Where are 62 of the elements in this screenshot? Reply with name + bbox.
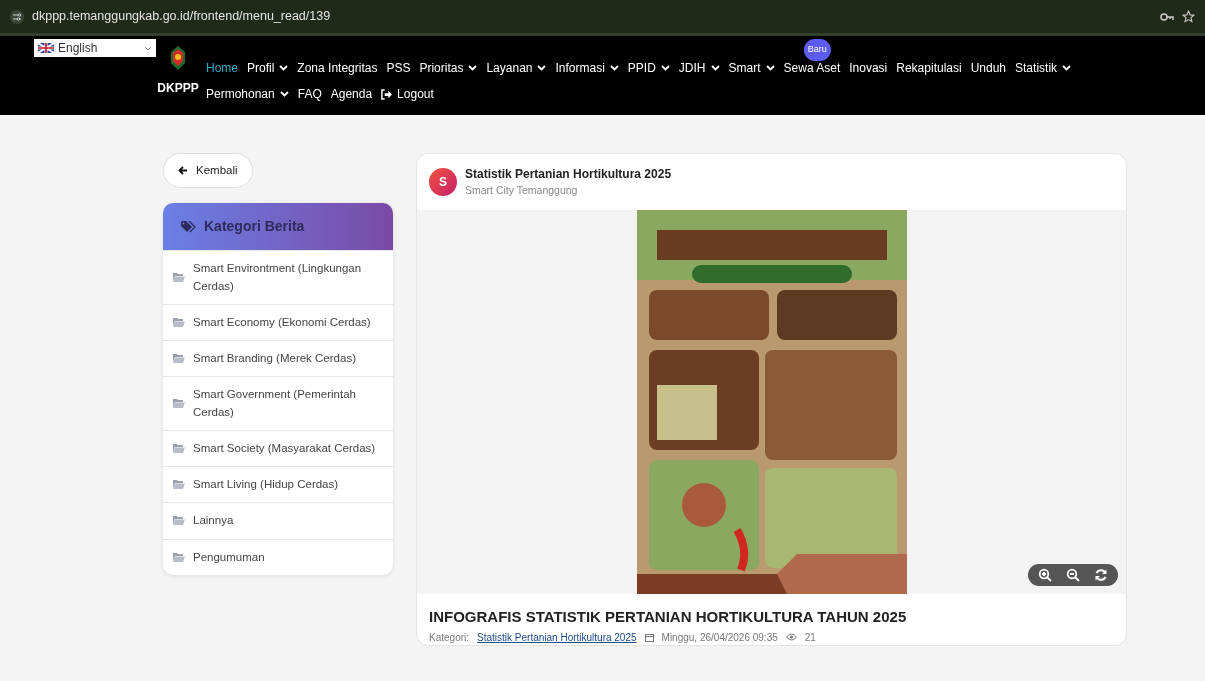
folder-icon xyxy=(173,516,185,526)
post-title: Statistik Pertanian Hortikultura 2025 xyxy=(465,166,672,184)
category-item[interactable]: Smart Economy (Ekonomi Cerdas) xyxy=(163,303,393,340)
star-icon[interactable] xyxy=(1182,10,1195,23)
nav-link[interactable]: Sewa Aset xyxy=(783,59,841,77)
category-label: Kategori: xyxy=(429,630,470,645)
folder-icon xyxy=(173,552,185,562)
category-item[interactable]: Smart Government (Pemerintah Cerdas) xyxy=(163,376,393,430)
reset-button[interactable] xyxy=(1094,568,1108,582)
folder-icon xyxy=(173,443,185,453)
category-item[interactable]: Smart Branding (Merek Cerdas) xyxy=(163,340,393,377)
nav-link[interactable]: PSS xyxy=(386,59,411,77)
category-item[interactable]: Smart Living (Hidup Cerdas) xyxy=(163,466,393,503)
post-heading: INFOGRAFIS STATISTIK PERTANIAN HORTIKULTURA TAHUN 2025 xyxy=(429,607,908,627)
tags-icon xyxy=(181,220,196,233)
nav-link[interactable]: Home xyxy=(206,59,238,77)
avatar: S xyxy=(429,168,457,196)
logo-emblem xyxy=(169,45,187,71)
nav-link[interactable]: Rekapitulasi xyxy=(896,59,962,77)
folder-icon xyxy=(173,399,185,408)
nav-link[interactable]: Prioritas xyxy=(419,59,478,77)
nav-link[interactable]: Statistik xyxy=(1015,59,1072,77)
nav-link[interactable]: Smart xyxy=(728,59,775,77)
back-button[interactable]: Kembali xyxy=(163,153,253,189)
nav-link[interactable]: FAQ xyxy=(297,85,322,103)
folder-icon xyxy=(173,480,185,490)
category-item[interactable]: Pengumuman xyxy=(163,538,393,575)
zoom-in-button[interactable] xyxy=(1038,568,1052,582)
nav-link[interactable]: Inovasi xyxy=(849,59,888,77)
nav-link[interactable]: JDIH xyxy=(678,59,720,77)
nav-link[interactable]: PPID xyxy=(627,59,670,77)
nav-link[interactable]: Unduh xyxy=(970,59,1007,77)
logout-icon xyxy=(381,88,393,100)
nav-link[interactable]: Layanan xyxy=(486,59,547,77)
flag-icon xyxy=(38,43,54,53)
new-badge: Baru xyxy=(803,39,831,61)
category-item[interactable]: Smart Society (Masyarakat Cerdas) xyxy=(163,429,393,466)
calendar-icon xyxy=(644,632,654,642)
view-count: 21 xyxy=(804,630,816,645)
language-select[interactable]: English xyxy=(34,39,156,57)
folder-icon xyxy=(173,354,185,364)
folder-icon xyxy=(173,317,185,327)
nav-link[interactable]: Zona Integritas xyxy=(297,59,378,77)
category-item[interactable]: Lainnya xyxy=(163,502,393,539)
zoom-out-button[interactable] xyxy=(1066,568,1080,582)
category-item[interactable]: Smart Environtment (Lingkungan Cerdas) xyxy=(163,250,393,304)
nav-link[interactable]: Logout xyxy=(381,85,434,103)
site-settings-icon[interactable] xyxy=(10,9,24,24)
arrow-left-icon xyxy=(178,166,188,176)
post-date: Minggu, 26/04/2026 09:35 xyxy=(661,630,778,645)
category-link[interactable]: Statistik Pertanian Hortikultura 2025 xyxy=(477,629,637,645)
chevron-down-icon xyxy=(144,45,152,51)
card-title: Kategori Berita xyxy=(204,217,305,237)
eye-icon xyxy=(785,633,797,641)
logo-text: DKPPP xyxy=(157,80,199,97)
nav-link[interactable]: Permohonan xyxy=(206,85,289,103)
nav-link[interactable]: Profil xyxy=(247,59,289,77)
nav-link[interactable]: Agenda xyxy=(330,85,373,103)
nav-link[interactable]: Informasi xyxy=(555,59,619,77)
key-icon[interactable] xyxy=(1160,11,1174,22)
folder-icon xyxy=(173,273,185,282)
post-author: Smart City Temanggung xyxy=(465,183,579,199)
